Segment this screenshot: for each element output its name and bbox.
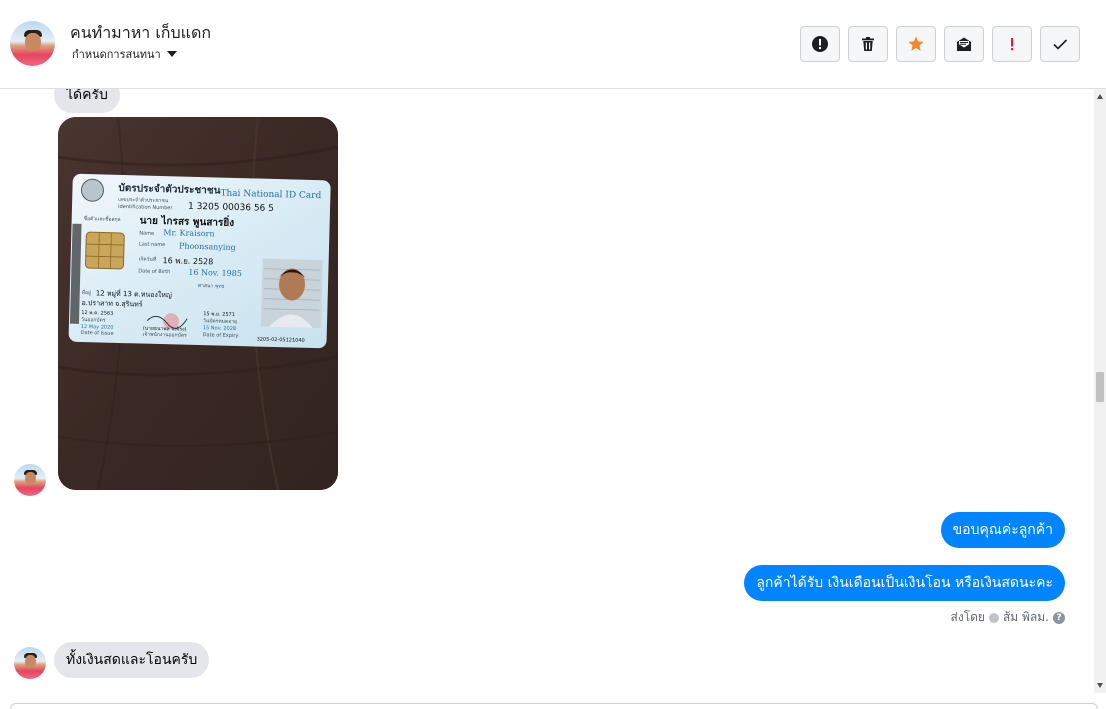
message-composer[interactable] — [10, 703, 1098, 709]
address-line-2: อ.ปราสาท จ.สุรินทร์ — [81, 299, 143, 309]
caret-down-icon — [166, 51, 177, 57]
sent-by-agent[interactable]: ส้ม พิลม. — [1003, 608, 1049, 627]
report-spam-button[interactable] — [800, 26, 840, 62]
issue-label-th: วันออกบัตร — [81, 317, 106, 324]
message-thread[interactable]: ได้ครับ บัตรประจำตัวประชาชน Thai Nationa… — [0, 89, 1094, 709]
verified-check-icon — [988, 612, 999, 623]
card-serial: 3205-02-05121040 — [257, 337, 305, 344]
address-label: ที่อยู่ — [82, 289, 91, 296]
trash-icon — [862, 37, 874, 51]
expiry-date-th: 15 พ.ย. 2571 — [203, 311, 235, 318]
issue-label-en: Date of Issue — [81, 330, 114, 337]
envelope-icon — [957, 37, 971, 51]
assign-label: กำหนดการสนทนา — [72, 48, 161, 61]
contact-avatar-small[interactable] — [14, 464, 46, 496]
sent-by-info: ส่งโดย ส้ม พิลม. ? — [950, 608, 1065, 627]
last-en: Phoonsanying — [179, 241, 236, 251]
conversation-header: คนทำมาหา เก็บแดก กำหนดการสนทนา — [0, 0, 1106, 89]
attached-photo[interactable]: บัตรประจำตัวประชาชน Thai National ID Car… — [58, 117, 338, 490]
dob-th: 16 พ.ย. 2528 — [163, 256, 214, 266]
dob-label-th: เกิดวันที่ — [139, 255, 157, 262]
contact-avatar-small[interactable] — [14, 647, 46, 679]
expiry-date-en: 15 Nov. 2028 — [203, 325, 236, 332]
scroll-thumb[interactable] — [1096, 372, 1104, 402]
outgoing-message[interactable]: ลูกค้าได้รับ เงินเดือนเป็นเงินโอน หรือเง… — [744, 565, 1065, 601]
religion-label: ศาสนา — [198, 283, 214, 289]
issue-date-th: 12 พ.ค. 2563 — [81, 310, 113, 317]
assign-conversation-dropdown[interactable]: กำหนดการสนทนา — [72, 45, 177, 63]
incoming-message[interactable]: ได้ครับ — [54, 89, 120, 113]
checkmark-icon — [1053, 39, 1068, 50]
star-icon — [908, 36, 924, 51]
flag-button[interactable] — [992, 26, 1032, 62]
exclamation-icon — [1011, 38, 1014, 51]
contact-name[interactable]: คนทำมาหา เก็บแดก — [70, 21, 211, 46]
dob-label-en: Date of Birth — [138, 268, 170, 275]
expiry-label-en: Date of Expiry — [203, 332, 239, 339]
name-label-th: ชื่อตัวและชื่อสกุล — [84, 215, 121, 223]
alert-circle-icon — [812, 36, 828, 52]
delete-button[interactable] — [848, 26, 888, 62]
name-label-en: Name — [139, 230, 154, 236]
scroll-up-arrow-icon[interactable] — [1097, 94, 1103, 99]
help-icon[interactable]: ? — [1053, 611, 1065, 624]
id-card-photo-image: บัตรประจำตัวประชาชน Thai National ID Car… — [58, 117, 338, 490]
thread-scrollbar[interactable] — [1094, 89, 1106, 693]
officer-title: เจ้าพนักงานออกบัตร — [143, 331, 187, 339]
name-en: Mr. Kraisorn — [163, 228, 214, 238]
religion: พุทธ — [215, 283, 225, 289]
expiry-label-th: วันบัตรหมดอายุ — [203, 318, 237, 325]
mark-done-button[interactable] — [1040, 26, 1080, 62]
contact-avatar[interactable] — [10, 21, 55, 66]
outgoing-message[interactable]: ขอบคุณค่ะลูกค้า — [940, 512, 1065, 548]
messenger-inbox: คนทำมาหา เก็บแดก กำหนดการสนทนา ได้ครับ บ… — [0, 0, 1106, 709]
star-button[interactable] — [896, 26, 936, 62]
sent-by-label: ส่งโดย — [950, 610, 985, 624]
last-label-en: Last name — [139, 241, 165, 248]
dob-en: 16 Nov. 1985 — [188, 268, 242, 278]
scroll-down-arrow-icon[interactable] — [1097, 683, 1103, 688]
incoming-message[interactable]: ทั้งเงินสดและโอนครับ — [54, 642, 210, 678]
mark-unread-button[interactable] — [944, 26, 984, 62]
